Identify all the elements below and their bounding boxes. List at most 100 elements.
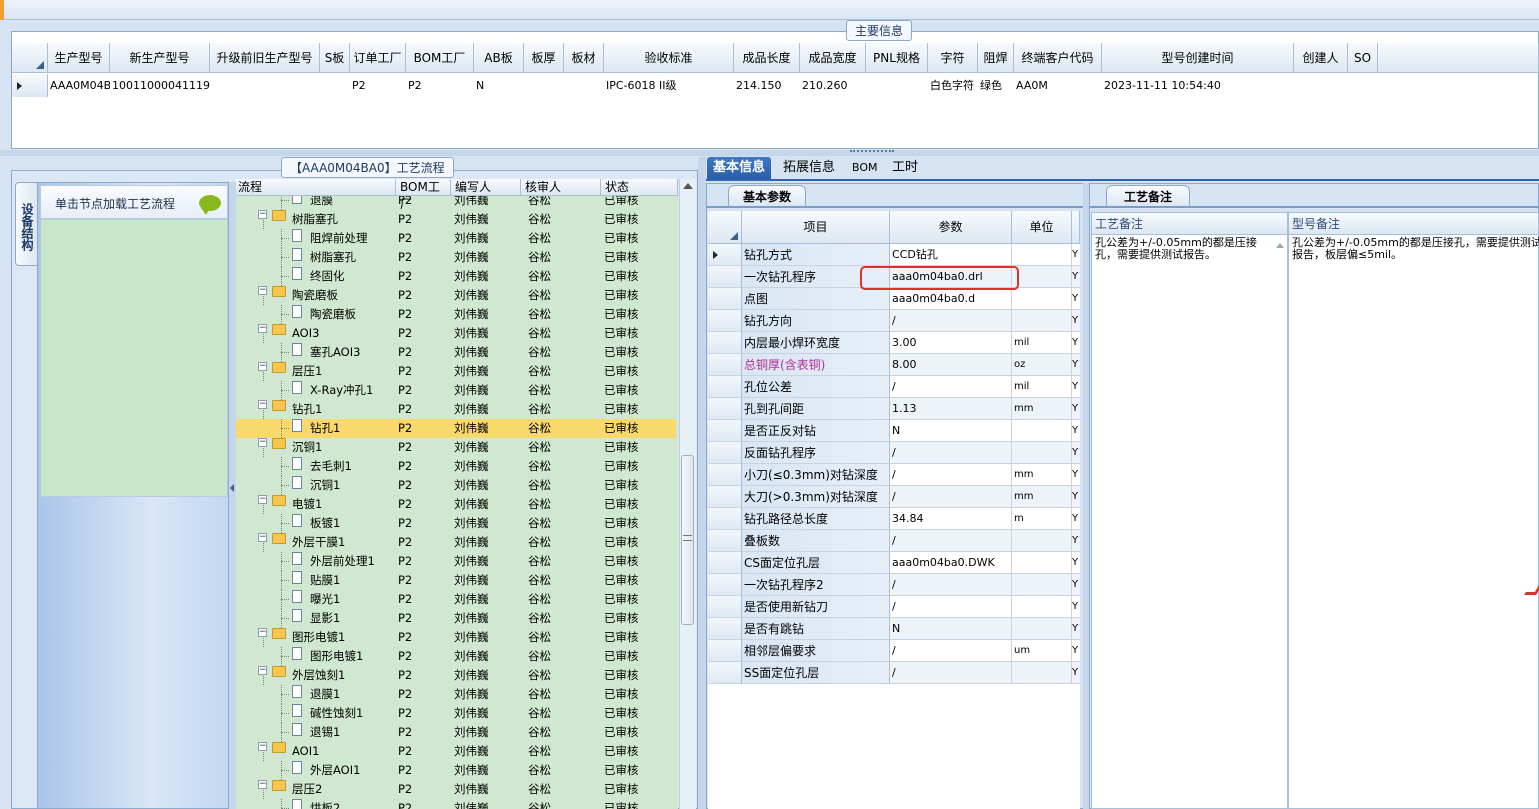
param-row[interactable]: 钻孔方式 CCD钻孔 Y bbox=[708, 244, 1080, 266]
param-value[interactable]: 34.84 bbox=[890, 508, 1012, 530]
subtab-process-remarks[interactable]: 工艺备注 bbox=[1106, 185, 1190, 207]
tree-row[interactable]: 钻孔1 P2 刘伟巍 谷松 已审核 bbox=[236, 419, 676, 438]
tree-row[interactable]: 终固化 P2 刘伟巍 谷松 已审核 bbox=[236, 267, 676, 286]
column-header[interactable]: 板厚 bbox=[524, 43, 564, 73]
param-column-header[interactable]: 参数 bbox=[890, 211, 1012, 244]
remark-scroll-up-icon[interactable] bbox=[1276, 243, 1284, 248]
tree-column-header[interactable]: BOM工厂 bbox=[396, 179, 451, 211]
param-value[interactable]: aaa0m04ba0.d bbox=[890, 288, 1012, 310]
collapse-toggle-icon[interactable]: − bbox=[258, 324, 267, 333]
tab-work-hours[interactable]: 工时 bbox=[886, 157, 924, 179]
param-value[interactable]: aaa0m04ba0.DWK bbox=[890, 552, 1012, 574]
column-header[interactable]: 型号创建时间 bbox=[1102, 43, 1294, 73]
column-header[interactable]: 字符 bbox=[928, 43, 978, 73]
param-row[interactable]: 点图 aaa0m04ba0.d Y bbox=[708, 288, 1080, 310]
tree-row[interactable]: 烘板2 P2 刘伟巍 谷松 已审核 bbox=[236, 799, 676, 809]
param-row[interactable]: CS面定位孔层 aaa0m04ba0.DWK Y bbox=[708, 552, 1080, 574]
column-header[interactable]: 升级前旧生产型号 bbox=[210, 43, 320, 73]
side-tab-equipment-structure[interactable]: 设备结构 bbox=[15, 182, 37, 266]
param-row[interactable]: 叠板数 / Y bbox=[708, 530, 1080, 552]
tree-row[interactable]: 退锡1 P2 刘伟巍 谷松 已审核 bbox=[236, 723, 676, 742]
tree-row[interactable]: 退膜1 P2 刘伟巍 谷松 已审核 bbox=[236, 685, 676, 704]
param-row[interactable]: 孔到孔间距 1.13 mm Y bbox=[708, 398, 1080, 420]
tree-row[interactable]: 贴膜1 P2 刘伟巍 谷松 已审核 bbox=[236, 571, 676, 590]
nav-tree-splitter[interactable] bbox=[229, 182, 236, 809]
model-remark-box[interactable]: 型号备注 孔公差为+/-0.05mm的都是压接孔，需要提供测试报告，板层偏≤5m… bbox=[1288, 212, 1539, 809]
param-value[interactable]: / bbox=[890, 662, 1012, 684]
tree-row[interactable]: 碱性蚀刻1 P2 刘伟巍 谷松 已审核 bbox=[236, 704, 676, 723]
tab-extended-info[interactable]: 拓展信息 bbox=[777, 157, 841, 179]
column-header[interactable]: 终端客户代码 bbox=[1014, 43, 1102, 73]
collapse-toggle-icon[interactable]: − bbox=[258, 666, 267, 675]
param-value[interactable]: / bbox=[890, 486, 1012, 508]
tree-column-header[interactable]: 核审人 bbox=[521, 179, 601, 196]
table-cell[interactable]: AAA0M04BA0 bbox=[50, 76, 110, 96]
table-cell[interactable]: 白色字符 bbox=[930, 76, 978, 96]
column-header[interactable]: SO bbox=[1348, 43, 1378, 73]
subtab-basic-params[interactable]: 基本参数 bbox=[728, 185, 806, 207]
tree-row[interactable]: − 层压2 P2 刘伟巍 谷松 已审核 bbox=[236, 780, 676, 799]
column-header[interactable]: 创建人 bbox=[1294, 43, 1348, 73]
param-column-header[interactable]: 项目 bbox=[742, 211, 890, 244]
tree-row[interactable]: 显影1 P2 刘伟巍 谷松 已审核 bbox=[236, 609, 676, 628]
param-row[interactable]: 钻孔方向 / Y bbox=[708, 310, 1080, 332]
collapse-toggle-icon[interactable]: − bbox=[258, 533, 267, 542]
table-cell[interactable]: 2023-11-11 10:54:40 bbox=[1104, 76, 1294, 96]
param-value[interactable]: / bbox=[890, 640, 1012, 662]
table-cell[interactable]: 10011000041119 bbox=[112, 76, 210, 96]
tree-detail-splitter[interactable] bbox=[698, 157, 706, 809]
tree-column-header[interactable]: 流程 bbox=[236, 179, 396, 196]
param-row[interactable]: 总铜厚(含表铜) 8.00 oz Y bbox=[708, 354, 1080, 376]
tree-row[interactable]: − 层压1 P2 刘伟巍 谷松 已审核 bbox=[236, 362, 676, 381]
column-header[interactable]: 板材 bbox=[564, 43, 604, 73]
column-header[interactable]: 生产型号 bbox=[48, 43, 110, 73]
tree-row[interactable]: − 外层干膜1 P2 刘伟巍 谷松 已审核 bbox=[236, 533, 676, 552]
tree-row[interactable]: 塞孔AOI3 P2 刘伟巍 谷松 已审核 bbox=[236, 343, 676, 362]
tree-row[interactable]: − 陶瓷磨板 P2 刘伟巍 谷松 已审核 bbox=[236, 286, 676, 305]
tree-row[interactable]: − 钻孔1 P2 刘伟巍 谷松 已审核 bbox=[236, 400, 676, 419]
tree-column-header[interactable]: 状态 bbox=[601, 179, 678, 196]
tree-row[interactable]: 外层前处理1 P2 刘伟巍 谷松 已审核 bbox=[236, 552, 676, 571]
table-cell[interactable]: IPC-6018 II级 bbox=[606, 76, 734, 96]
collapse-toggle-icon[interactable]: − bbox=[258, 210, 267, 219]
tree-row[interactable]: 板镀1 P2 刘伟巍 谷松 已审核 bbox=[236, 514, 676, 533]
param-value[interactable]: 8.00 bbox=[890, 354, 1012, 376]
column-header[interactable]: 成品宽度 bbox=[800, 43, 866, 73]
param-value[interactable]: N bbox=[890, 618, 1012, 640]
param-row[interactable]: 相邻层偏要求 / um Y bbox=[708, 640, 1080, 662]
tree-row[interactable]: 外层AOI1 P2 刘伟巍 谷松 已审核 bbox=[236, 761, 676, 780]
column-header[interactable]: S板 bbox=[320, 43, 350, 73]
collapse-toggle-icon[interactable]: − bbox=[258, 286, 267, 295]
param-value[interactable]: / bbox=[890, 310, 1012, 332]
tree-row[interactable]: − 电镀1 P2 刘伟巍 谷松 已审核 bbox=[236, 495, 676, 514]
tree-row[interactable]: X-Ray冲孔1 P2 刘伟巍 谷松 已审核 bbox=[236, 381, 676, 400]
param-row[interactable]: SS面定位孔层 / Y bbox=[708, 662, 1080, 684]
param-value[interactable]: / bbox=[890, 596, 1012, 618]
param-value[interactable]: / bbox=[890, 442, 1012, 464]
table-cell[interactable]: 214.150 bbox=[736, 76, 800, 96]
tree-row[interactable]: 树脂塞孔 P2 刘伟巍 谷松 已审核 bbox=[236, 248, 676, 267]
param-value[interactable]: / bbox=[890, 376, 1012, 398]
column-header[interactable]: 成品长度 bbox=[734, 43, 800, 73]
collapse-toggle-icon[interactable]: − bbox=[258, 438, 267, 447]
load-flow-hint-button[interactable]: 单击节点加载工艺流程 bbox=[40, 185, 228, 219]
collapse-toggle-icon[interactable]: − bbox=[258, 628, 267, 637]
column-header[interactable]: 验收标准 bbox=[604, 43, 734, 73]
tree-row[interactable]: − AOI3 P2 刘伟巍 谷松 已审核 bbox=[236, 324, 676, 343]
param-row[interactable]: 是否使用新钻刀 / Y bbox=[708, 596, 1080, 618]
param-value[interactable]: 1.13 bbox=[890, 398, 1012, 420]
collapse-toggle-icon[interactable]: − bbox=[258, 362, 267, 371]
tree-row[interactable]: − 图形电镀1 P2 刘伟巍 谷松 已审核 bbox=[236, 628, 676, 647]
tree-scroll-up-icon[interactable] bbox=[683, 183, 693, 189]
param-row[interactable]: 反面钻孔程序 / Y bbox=[708, 442, 1080, 464]
collapse-toggle-icon[interactable]: − bbox=[258, 742, 267, 751]
param-row[interactable]: 是否有跳钻 N Y bbox=[708, 618, 1080, 640]
param-value[interactable]: CCD钻孔 bbox=[890, 244, 1012, 266]
param-value[interactable]: N bbox=[890, 420, 1012, 442]
table-cell[interactable]: 绿色 bbox=[980, 76, 1014, 96]
column-header[interactable]: PNL规格 bbox=[866, 43, 928, 73]
splitter-grip[interactable] bbox=[850, 150, 894, 154]
param-column-header[interactable]: 单位 bbox=[1012, 211, 1072, 244]
tree-column-header[interactable]: 编写人 bbox=[451, 179, 521, 196]
tree-row[interactable]: − AOI1 P2 刘伟巍 谷松 已审核 bbox=[236, 742, 676, 761]
